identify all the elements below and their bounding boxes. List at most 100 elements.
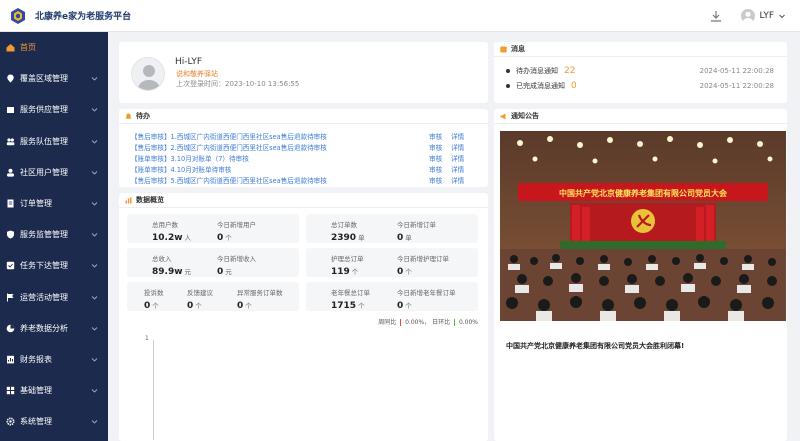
message-label: 待办消息通知 [516,67,558,75]
stat-unit: 个 [358,302,365,310]
todo-text[interactable]: 【售后审核】2.西城区广内街道西便门西里社区sea售后退款待审核 [131,142,327,152]
chevron-down-icon [91,326,98,331]
ratio-wow-label: 周同比 [378,319,397,326]
todo-text[interactable]: 【账单审核】4.10月对账单待审核 [131,164,231,174]
chevron-down-icon [91,170,98,175]
audit-link[interactable]: 审核 [429,153,442,163]
message-item-todo[interactable]: 待办消息通知 22 2024-05-11 22:00:28 [506,66,774,76]
sidebar-item-label: 基础管理 [20,386,52,396]
stat-total-users: 总用户数 10.2w 人 [152,219,191,243]
stat-value: 1715 [331,301,357,311]
sidebar-item-supply[interactable]: 服务供应管理 [0,94,108,125]
stat-unit: 元 [225,268,232,276]
box-icon [7,107,14,114]
bullet [506,69,510,73]
todo-text[interactable]: 【售后审核】1.西城区广内街道西便门西里社区sea售后退款待审核 [131,131,327,141]
stat-value: 0 [237,301,244,311]
stat-total-income: 总收入 89.9w 元 [152,253,191,277]
stat-unit: 单 [405,234,412,242]
sidebar-item-supervision[interactable]: 服务监管管理 [0,219,108,250]
todo-item: 【账单审核】3.10月对账单（7）待审核 审核 详情 [131,153,476,164]
sidebar-item-coverage[interactable]: 覆盖区域管理 [0,63,108,94]
chevron-down-icon [91,264,98,268]
detail-link[interactable]: 详情 [451,175,464,185]
bullet [506,84,510,88]
todo-item: 【账单审核】4.10月对账单待审核 审核 详情 [131,164,476,175]
audit-link[interactable]: 审核 [429,142,442,152]
stat-new-orders: 今日新增订单 0单 [397,219,436,243]
stat-label: 总订单数 [331,221,357,229]
stat-value: 0 [217,267,224,277]
task-icon [6,262,15,270]
detail-link[interactable]: 详情 [451,131,464,141]
stat-unit: 个 [152,302,159,310]
ratio-wow-value: 0.00% [405,319,425,326]
notice-caption[interactable]: 中国共产党北京健康养老集团有限公司党员大会胜利闭幕! [506,341,684,351]
profile-card: Hi-LYF 说和敬养驿站 上次登录时间：2023-10-10 13:56:55 [119,42,488,103]
detail-link[interactable]: 详情 [451,164,464,174]
megaphone-icon [500,113,506,119]
sidebar-item-home[interactable]: 首页 [0,32,108,63]
stat-complaints: 投诉数 0个 [144,287,164,311]
sidebar: 首页 覆盖区域管理 服务供应管理 服务队伍管理 社区用户管理 订单管理 服务监管… [0,32,108,441]
grid-icon [6,386,15,395]
sidebar-item-system[interactable]: 系统管理 [0,406,108,437]
detail-link[interactable]: 详情 [451,153,464,163]
station-name[interactable]: 说和敬养驿站 [176,69,218,79]
todo-text[interactable]: 【售后审核】5.西城区广内街道西便门西里社区sea售后退款待审核 [131,175,327,185]
stat-total-orders: 总订单数 2390 单 [331,219,365,243]
ratio-dod-value: 0.00% [458,319,478,326]
stat-unit: 人 [184,234,192,242]
flag-icon [7,293,14,302]
sidebar-item-finance[interactable]: 财务报表 [0,344,108,375]
stat-value: 0 [397,301,404,311]
notice-image[interactable]: 中国共产党北京健康养老集团有限公司党员大会 [500,131,786,321]
user-avatar[interactable] [740,9,755,23]
sidebar-item-tasks[interactable]: 任务下达管理 [0,250,108,281]
stat-new-users: 今日新增用户 0个 [217,219,256,243]
stat-value: 0 [397,233,404,243]
chevron-down-icon[interactable] [778,12,786,20]
bell-icon [125,113,132,119]
audit-link[interactable]: 审核 [429,131,442,141]
sidebar-item-label: 任务下达管理 [20,261,68,271]
audit-link[interactable]: 审核 [429,164,442,174]
sidebar-item-label: 覆盖区域管理 [20,74,68,84]
chart-axis [153,340,154,440]
stat-unit: 个 [225,234,232,242]
message-label: 已完成消息通知 [516,82,565,90]
sidebar-item-team[interactable]: 服务队伍管理 [0,126,108,157]
sidebar-item-label: 运营活动管理 [20,292,68,302]
messages-title: 消息 [511,45,525,53]
todo-title: 待办 [136,112,150,120]
message-item-done[interactable]: 已完成消息通知 0 2024-05-11 22:00:28 [506,81,774,91]
stat-value: 0 [217,233,224,243]
sidebar-item-orders[interactable]: 订单管理 [0,188,108,219]
detail-link[interactable]: 详情 [451,142,464,152]
message-time: 2024-05-11 22:00:28 [699,67,774,75]
overview-title: 数据概览 [136,196,164,204]
message-icon [500,46,507,52]
user-icon [7,168,14,177]
todo-item: 【售后审核】2.西城区广内街道西便门西里社区sea售后退款待审核 审核 详情 [131,142,476,153]
sidebar-item-basic[interactable]: 基础管理 [0,375,108,406]
user-name[interactable]: LYF [760,11,775,21]
sidebar-item-analytics[interactable]: 养老数据分析 [0,313,108,344]
sidebar-item-community-users[interactable]: 社区用户管理 [0,157,108,188]
stat-unit: 个 [245,302,252,310]
todo-text[interactable]: 【账单审核】3.10月对账单（7）待审核 [131,153,249,163]
stat-unit: 元 [184,268,192,276]
sidebar-item-operations[interactable]: 运营活动管理 [0,282,108,313]
stat-unit: 个 [405,268,412,276]
stat-value: 119 [331,267,350,277]
chevron-down-icon [91,233,98,237]
chevron-down-icon [91,139,98,144]
location-icon [7,74,14,83]
sidebar-item-label: 社区用户管理 [20,167,68,177]
audit-link[interactable]: 审核 [429,175,442,185]
stat-new-meal-orders: 今日新增老年餐订单 0个 [397,287,456,311]
chevron-down-icon [91,77,98,81]
pie-chart-icon [6,324,15,333]
download-icon[interactable] [709,9,723,23]
stat-label: 反馈建议 [187,289,213,297]
